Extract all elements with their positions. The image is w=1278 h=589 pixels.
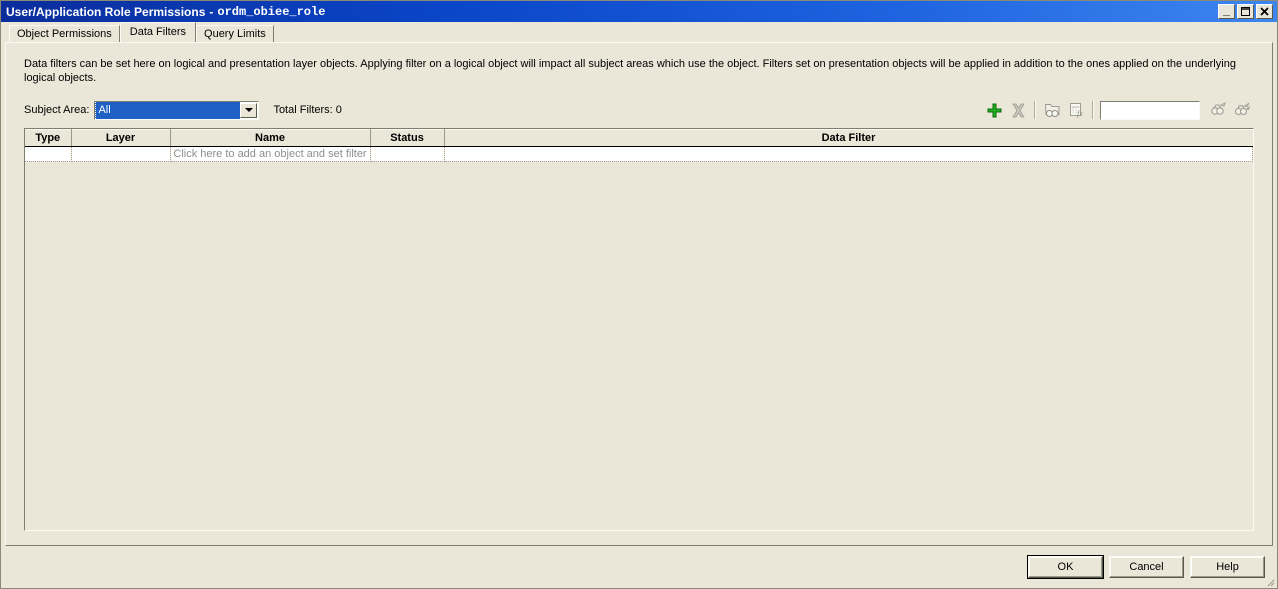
table-row[interactable]: Click here to add an object and set filt… (25, 147, 1253, 162)
tab-query-limits-label: Query Limits (204, 28, 266, 40)
minimize-icon: _ (1219, 5, 1234, 18)
data-filters-panel: Data filters can be set here on logical … (5, 42, 1273, 546)
maximize-button[interactable] (1237, 4, 1254, 19)
tab-object-permissions-label: Object Permissions (17, 28, 112, 40)
find-button[interactable] (1206, 99, 1230, 121)
column-header-status[interactable]: Status (370, 130, 444, 147)
search-input[interactable] (1100, 101, 1200, 120)
maximize-icon (1238, 5, 1253, 18)
plus-icon (987, 103, 1002, 118)
minimize-button[interactable]: _ (1218, 4, 1235, 19)
chevron-down-icon[interactable] (240, 103, 257, 118)
column-header-data-filter[interactable]: Data Filter (444, 130, 1253, 147)
subject-area-select[interactable]: All (94, 101, 259, 120)
tab-query-limits[interactable]: Query Limits (196, 25, 274, 42)
close-button[interactable] (1256, 4, 1273, 19)
cell-data-filter[interactable] (444, 147, 1253, 162)
find-next-binoculars-icon (1234, 102, 1251, 118)
window-title: User/Application Role Permissions (6, 5, 205, 19)
filter-toolbar: fx (982, 99, 1254, 121)
column-header-type[interactable]: Type (25, 130, 71, 147)
cell-status[interactable] (370, 147, 444, 162)
close-x-icon (1011, 103, 1026, 118)
cell-layer[interactable] (71, 147, 170, 162)
panel-description: Data filters can be set here on logical … (6, 43, 1267, 85)
help-button[interactable]: Help (1190, 556, 1265, 578)
delete-filter-button[interactable] (1006, 99, 1030, 121)
window-controls: _ (1218, 4, 1275, 19)
add-filter-button[interactable] (982, 99, 1006, 121)
title-separator: - (205, 5, 217, 19)
window-subject: ordm_obiee_role (217, 5, 325, 19)
close-icon (1257, 5, 1272, 18)
filters-grid[interactable]: Type Layer Name Status Data Filter Click… (24, 128, 1254, 531)
permissions-dialog: User/Application Role Permissions - ordm… (0, 0, 1278, 589)
find-binoculars-icon (1210, 102, 1227, 118)
total-filters-label: Total Filters: 0 (273, 104, 341, 116)
toolbar-separator-1 (1034, 101, 1036, 119)
subject-area-label: Subject Area: (24, 104, 89, 116)
filters-table: Type Layer Name Status Data Filter Click… (25, 129, 1253, 162)
controls-row: Subject Area: All Total Filters: 0 (6, 95, 1272, 125)
tab-data-filters[interactable]: Data Filters (120, 22, 196, 42)
tab-strip: Object Permissions Data Filters Query Li… (1, 22, 1277, 42)
svg-text:fx: fx (1077, 109, 1083, 118)
cancel-button[interactable]: Cancel (1109, 556, 1184, 578)
formula-fx-icon: fx (1068, 102, 1085, 118)
table-header-row: Type Layer Name Status Data Filter (25, 130, 1253, 147)
title-bar: User/Application Role Permissions - ordm… (1, 1, 1277, 22)
dialog-button-bar: OK Cancel Help (1, 546, 1277, 588)
find-next-button[interactable] (1230, 99, 1254, 121)
set-filter-formula-button[interactable]: fx (1064, 99, 1088, 121)
folder-search-icon (1044, 102, 1061, 118)
tab-data-filters-label: Data Filters (130, 26, 186, 38)
browse-object-button[interactable] (1040, 99, 1064, 121)
resize-grip[interactable] (1263, 575, 1275, 587)
column-header-layer[interactable]: Layer (71, 130, 170, 147)
column-header-name[interactable]: Name (170, 130, 370, 147)
tab-object-permissions[interactable]: Object Permissions (9, 25, 120, 42)
subject-area-value: All (95, 102, 240, 119)
toolbar-separator-2 (1092, 101, 1094, 119)
cell-name-placeholder[interactable]: Click here to add an object and set filt… (170, 147, 370, 162)
ok-button[interactable]: OK (1028, 556, 1103, 578)
cell-type[interactable] (25, 147, 71, 162)
